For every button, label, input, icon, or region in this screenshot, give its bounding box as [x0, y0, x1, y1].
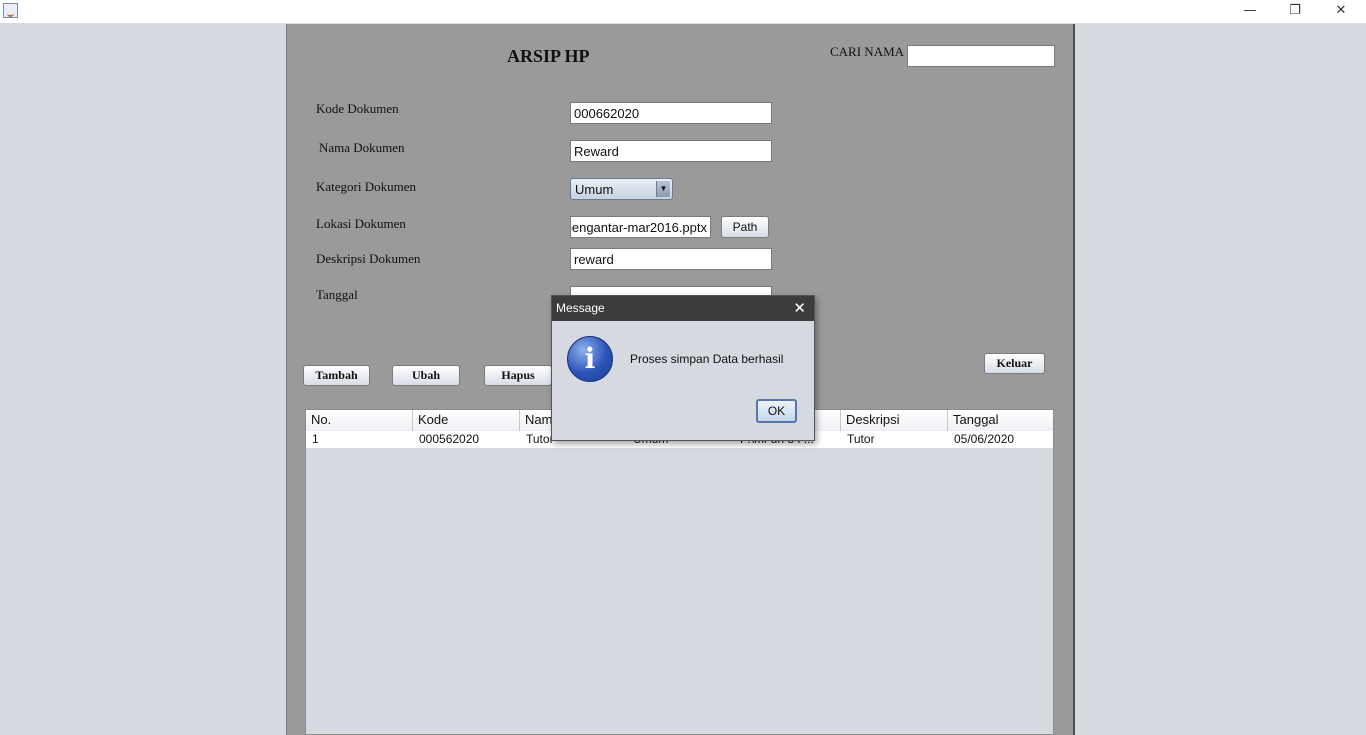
documents-table[interactable]: No. Kode Nam Deskripsi Tanggal 1 0005620…	[305, 409, 1054, 735]
ubah-button[interactable]: Ubah	[392, 365, 460, 386]
cell-no: 1	[312, 432, 319, 446]
column-header-kode[interactable]: Kode	[413, 410, 520, 431]
close-icon[interactable]: ✕	[793, 296, 806, 321]
path-button[interactable]: Path	[721, 216, 769, 238]
window-titlebar: — ❐ ✕	[0, 0, 1366, 23]
lokasi-label: Lokasi Dokumen	[316, 216, 406, 231]
dialog-titlebar: Message ✕	[552, 296, 814, 321]
lokasi-value: pengantar-mar2016.pptx	[570, 220, 707, 235]
java-app-icon	[3, 3, 18, 18]
kode-label: Kode Dokumen	[316, 101, 399, 116]
page-title: ARSIP HP	[507, 46, 590, 66]
info-icon-glyph: i	[584, 342, 596, 375]
lokasi-field[interactable]: pengantar-mar2016.pptx	[570, 216, 711, 238]
message-dialog: Message ✕ i Proses simpan Data berhasil …	[551, 295, 815, 441]
close-window-button[interactable]: ✕	[1318, 0, 1364, 23]
column-header-no[interactable]: No.	[306, 410, 413, 431]
kategori-label: Kategori Dokumen	[316, 179, 417, 194]
info-icon: i	[567, 336, 613, 382]
kode-field[interactable]: 000662020	[570, 102, 772, 124]
column-header-deskripsi[interactable]: Deskripsi	[841, 410, 948, 431]
deskripsi-label: Deskripsi Dokumen	[316, 251, 421, 266]
chevron-down-icon[interactable]: ▼	[656, 181, 670, 197]
ok-button[interactable]: OK	[756, 399, 797, 423]
dialog-title: Message	[556, 301, 605, 315]
kategori-selected-value: Umum	[575, 182, 614, 197]
cell-tanggal: 05/06/2020	[954, 432, 1015, 446]
keluar-button[interactable]: Keluar	[984, 353, 1045, 374]
dialog-message: Proses simpan Data berhasil	[630, 352, 784, 366]
kategori-select[interactable]: Umum ▼	[570, 178, 673, 200]
restore-button[interactable]: ❐	[1272, 0, 1318, 23]
nama-field[interactable]: Reward	[570, 140, 772, 162]
cell-deskripsi: Tutor	[847, 432, 875, 446]
tambah-button[interactable]: Tambah	[303, 365, 370, 386]
nama-label: Nama Dokumen	[319, 140, 405, 155]
cell-kode: 000562020	[419, 432, 480, 446]
minimize-button[interactable]: —	[1227, 0, 1273, 23]
column-header-tanggal[interactable]: Tanggal	[948, 410, 1053, 431]
search-label: CARI NAMA	[830, 44, 905, 59]
tanggal-label: Tanggal	[316, 287, 358, 302]
search-input[interactable]	[907, 45, 1055, 67]
hapus-button[interactable]: Hapus	[484, 365, 552, 386]
deskripsi-field[interactable]: reward	[570, 248, 772, 270]
